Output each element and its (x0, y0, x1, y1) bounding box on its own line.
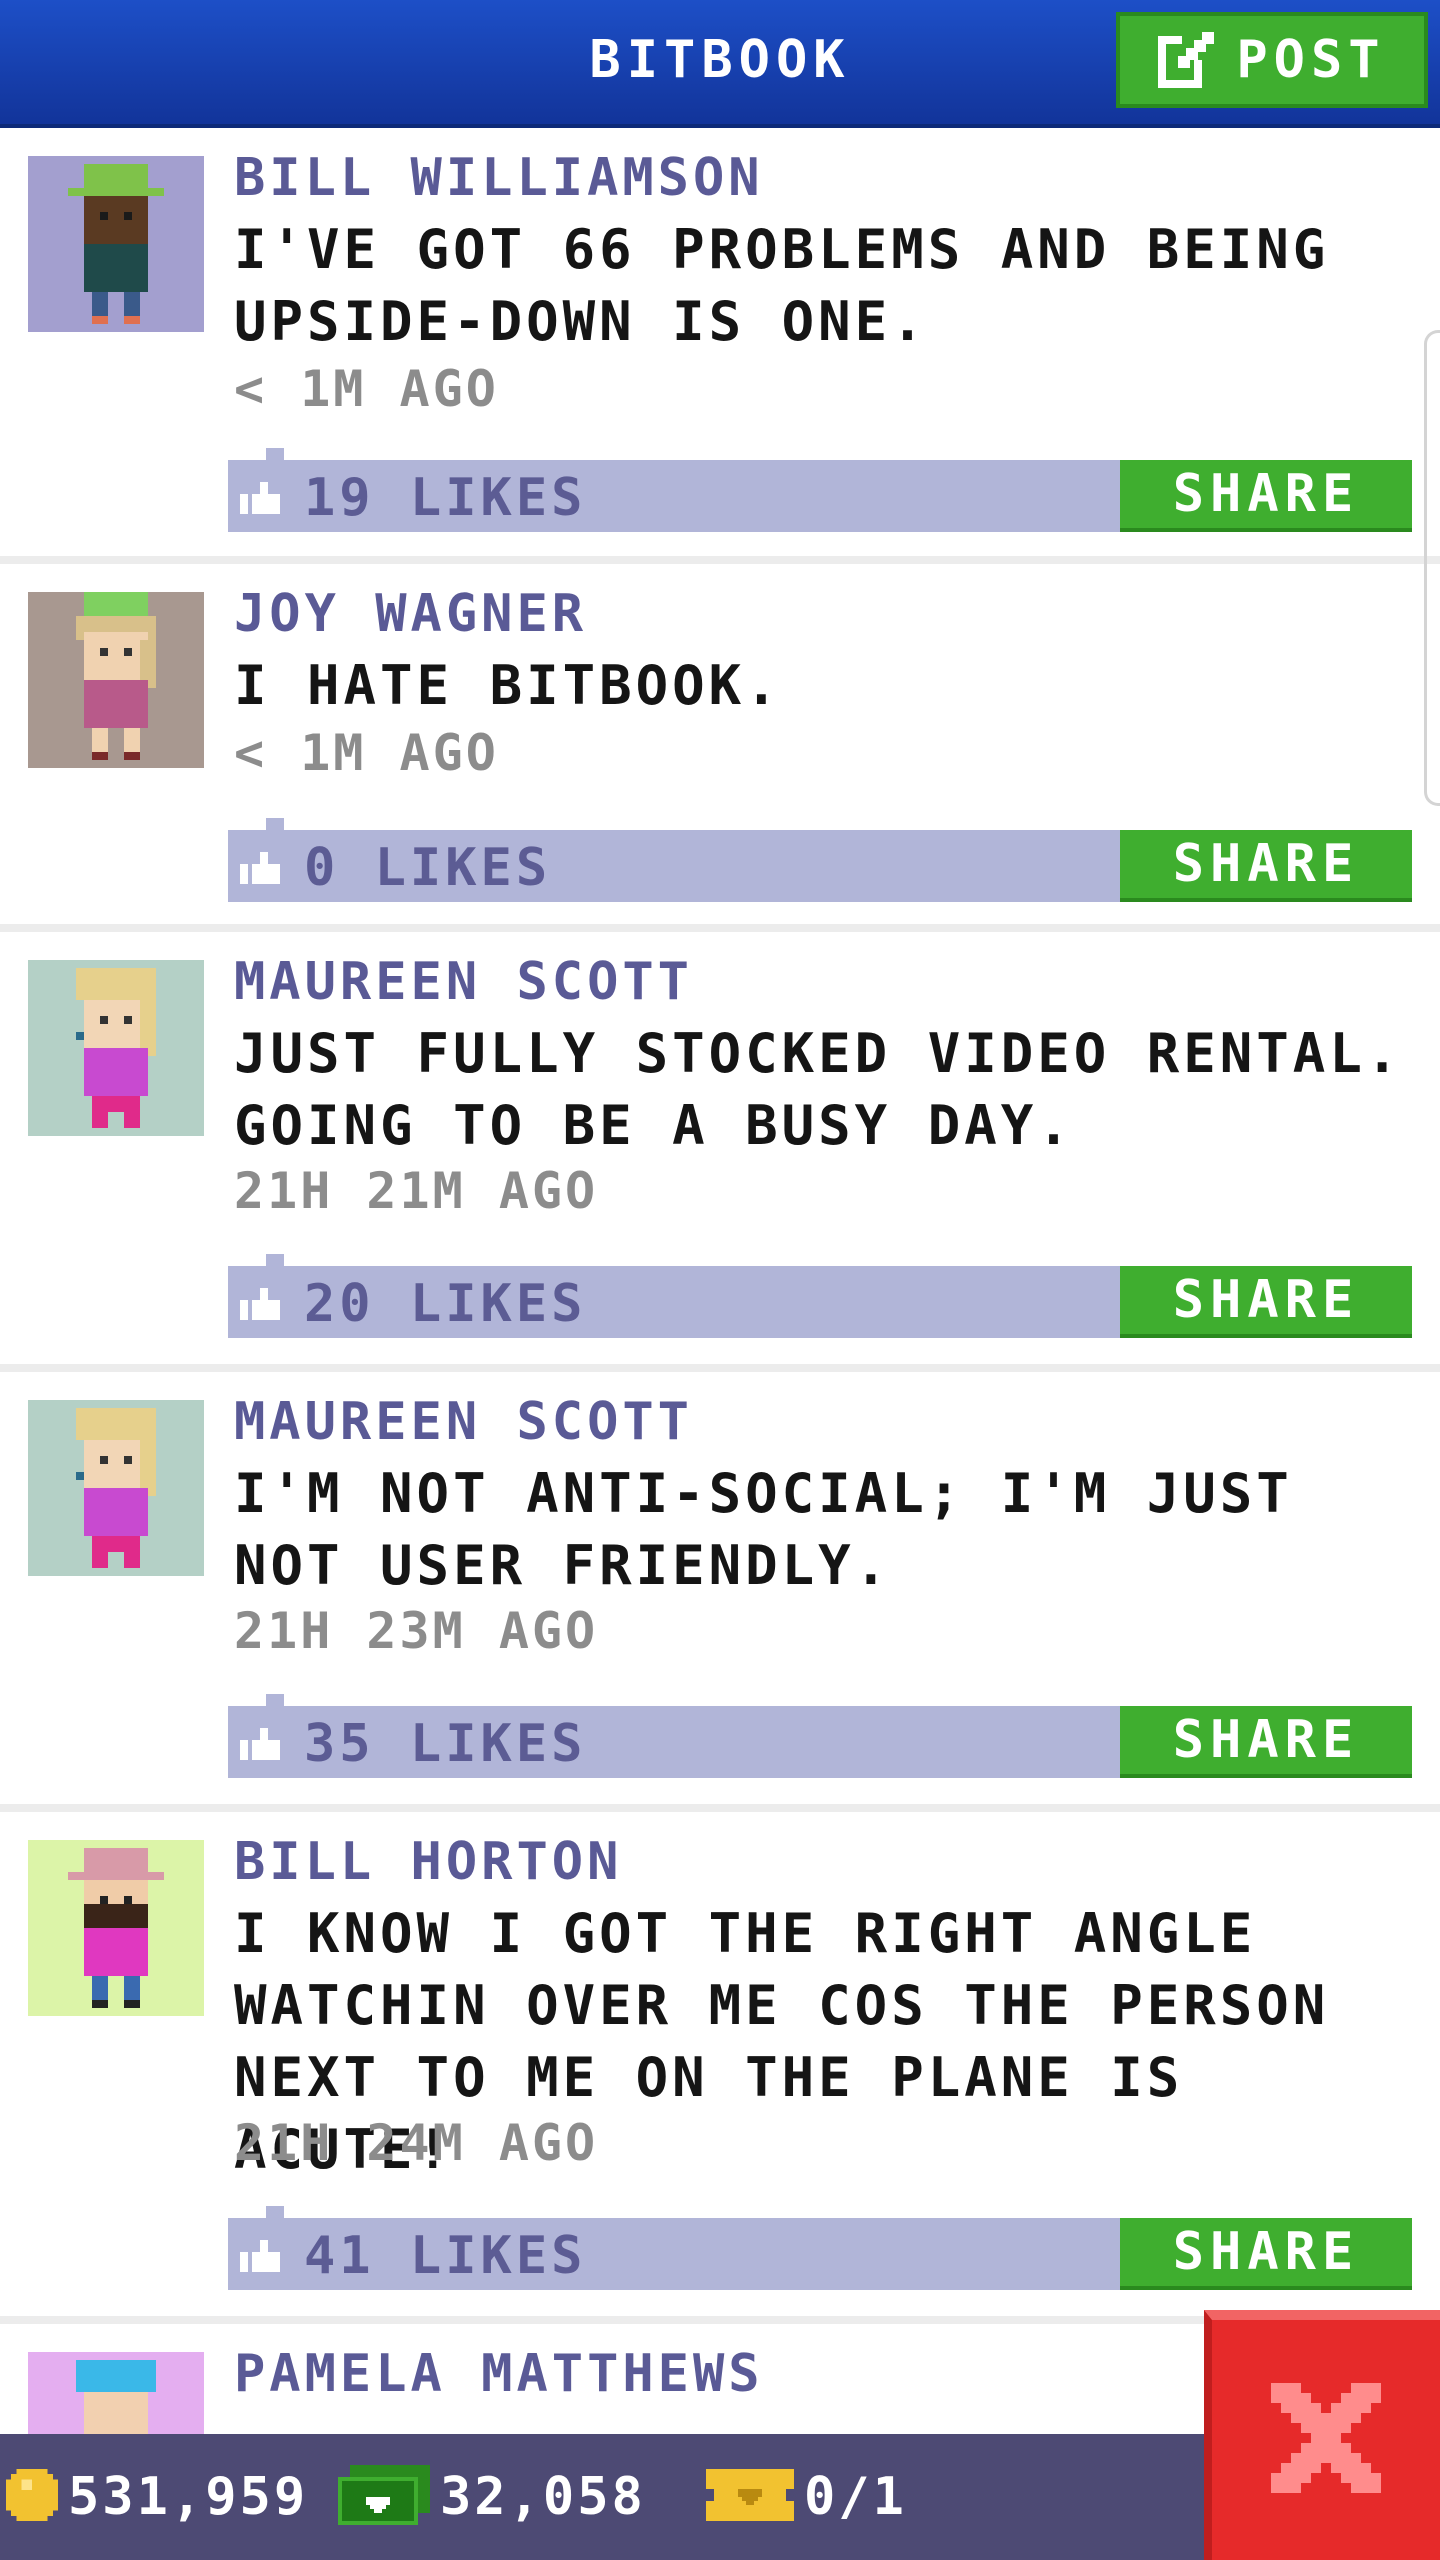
like-bar[interactable]: 19 LIKES SHARE (228, 448, 1412, 532)
share-button[interactable]: SHARE (1120, 1266, 1412, 1338)
post-time: < 1M AGO (234, 360, 499, 418)
tickets-value: 0/1 (804, 2467, 907, 2527)
post-time: < 1M AGO (234, 724, 499, 782)
tickets-stat: 0/1 (706, 2434, 907, 2560)
like-notch (266, 1694, 284, 1706)
share-button[interactable]: SHARE (1120, 830, 1412, 902)
like-count: 20 LIKES (304, 1274, 587, 1334)
like-count: 35 LIKES (304, 1714, 587, 1774)
share-button[interactable]: SHARE (1120, 2218, 1412, 2290)
share-button[interactable]: SHARE (1120, 460, 1412, 532)
like-notch (266, 818, 284, 830)
post-button-label: POST (1236, 30, 1386, 90)
thumbs-up-icon (240, 1724, 280, 1764)
post-time: 21H 23M AGO (234, 1602, 599, 1660)
bux-stat: 32,058 (338, 2434, 646, 2560)
feed-post: BILL HORTON I KNOW I GOT THE RIGHT ANGLE… (0, 1812, 1440, 2324)
coin-icon (6, 2469, 58, 2525)
like-count: 19 LIKES (304, 468, 587, 528)
post-time: 21H 24M AGO (234, 2114, 599, 2172)
like-bar[interactable]: 20 LIKES SHARE (228, 1254, 1412, 1338)
post-time: 21H 21M AGO (234, 1162, 599, 1220)
thumbs-up-icon (240, 1284, 280, 1324)
thumbs-up-icon (240, 478, 280, 518)
post-author[interactable]: MAUREEN SCOTT (234, 952, 693, 1012)
share-button[interactable]: SHARE (1120, 1706, 1412, 1778)
post-button[interactable]: POST (1116, 12, 1428, 108)
post-author[interactable]: BILL HORTON (234, 1832, 622, 1892)
like-notch (266, 448, 284, 460)
close-button[interactable] (1204, 2310, 1440, 2560)
like-bar[interactable]: 41 LIKES SHARE (228, 2206, 1412, 2290)
post-author[interactable]: PAMELA MATTHEWS (234, 2344, 764, 2404)
close-icon (1271, 2383, 1381, 2497)
post-message: I'VE GOT 66 PROBLEMS AND BEING UPSIDE-DO… (234, 218, 1330, 353)
ticket-icon (706, 2469, 794, 2525)
like-count: 41 LIKES (304, 2226, 587, 2286)
feed-post: BILL WILLIAMSON I'VE GOT 66 PROBLEMS AND… (0, 128, 1440, 564)
like-bar[interactable]: 35 LIKES SHARE (228, 1694, 1412, 1778)
like-notch (266, 2206, 284, 2218)
feed[interactable]: BILL WILLIAMSON I'VE GOT 66 PROBLEMS AND… (0, 128, 1440, 2434)
scroll-handle[interactable] (1424, 330, 1440, 806)
post-author[interactable]: MAUREEN SCOTT (234, 1392, 693, 1452)
avatar (28, 1400, 204, 1576)
avatar (28, 960, 204, 1136)
top-bar: BITBOOK POST (0, 0, 1440, 128)
post-message: JUST FULLY STOCKED VIDEO RENTAL. GOING T… (234, 1022, 1403, 1157)
edit-icon (1158, 32, 1215, 88)
post-author[interactable]: JOY WAGNER (234, 584, 587, 644)
post-author[interactable]: BILL WILLIAMSON (234, 148, 764, 208)
bux-icon (338, 2465, 430, 2529)
coins-stat: 531,959 (6, 2434, 308, 2560)
thumbs-up-icon (240, 2236, 280, 2276)
like-notch (266, 1254, 284, 1266)
thumbs-up-icon (240, 848, 280, 888)
coins-value: 531,959 (68, 2467, 309, 2527)
bux-value: 32,058 (440, 2467, 646, 2527)
avatar (28, 592, 204, 768)
feed-post: JOY WAGNER I HATE BITBOOK. < 1M AGO 0 LI… (0, 564, 1440, 932)
avatar (28, 2352, 204, 2434)
like-bar[interactable]: 0 LIKES SHARE (228, 818, 1412, 902)
like-count: 0 LIKES (304, 838, 552, 898)
avatar (28, 1840, 204, 2016)
feed-post: MAUREEN SCOTT I'M NOT ANTI-SOCIAL; I'M J… (0, 1372, 1440, 1812)
post-message: I HATE BITBOOK. (234, 654, 782, 717)
feed-post: MAUREEN SCOTT JUST FULLY STOCKED VIDEO R… (0, 932, 1440, 1372)
avatar (28, 156, 204, 332)
post-message: I'M NOT ANTI-SOCIAL; I'M JUST NOT USER F… (234, 1462, 1293, 1597)
